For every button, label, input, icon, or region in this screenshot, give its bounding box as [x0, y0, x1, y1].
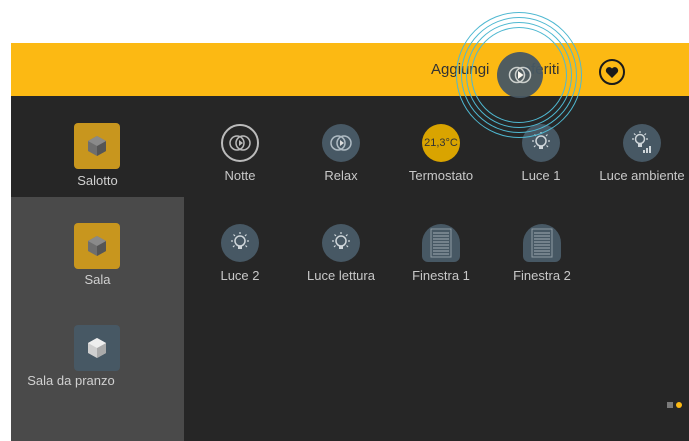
tile-luce-1[interactable]: Luce 1 [491, 124, 591, 224]
tile-label: Luce 1 [521, 168, 561, 183]
room-item-salotto[interactable]: Salotto [11, 96, 184, 211]
thermostat-value: 21,3°C [424, 137, 458, 149]
tile-notte[interactable]: Notte [190, 124, 290, 224]
room-item-sala[interactable]: Sala [11, 197, 184, 310]
page-indicator-active[interactable] [676, 402, 682, 408]
rooms-sidebar: Salotto Sala Sala da pranzo [11, 96, 184, 441]
bulb-icon [221, 224, 259, 262]
tile-luce-ambiente[interactable]: Luce ambiente [592, 124, 689, 224]
page-indicator[interactable] [667, 402, 673, 408]
room-item-sala-da-pranzo[interactable]: Sala da pranzo [11, 310, 184, 441]
room-label: Salotto [77, 173, 118, 188]
tile-label: Luce 2 [220, 268, 260, 283]
cube-icon [74, 123, 120, 169]
room-label: Sala da pranzo [27, 373, 115, 388]
scene-play-icon [322, 124, 360, 162]
favorites-bar [11, 43, 689, 96]
tile-label: Relax [324, 168, 358, 183]
cube-icon [74, 223, 120, 269]
tile-luce-2[interactable]: Luce 2 [190, 224, 290, 324]
tile-label: Finestra 1 [412, 268, 470, 283]
dimmer-bulb-icon [623, 124, 661, 162]
tile-label: Termostato [408, 168, 474, 183]
tile-luce-lettura[interactable]: Luce lettura [291, 224, 391, 324]
window-blind-icon [422, 224, 460, 262]
tile-label: Luce ambiente [599, 168, 685, 183]
scene-play-icon [221, 124, 259, 162]
tile-relax[interactable]: Relax [291, 124, 391, 224]
tile-label: Finestra 2 [513, 268, 571, 283]
cube-icon [74, 325, 120, 371]
room-label: Sala [84, 272, 111, 287]
heart-icon[interactable] [599, 59, 625, 85]
window-blind-icon [523, 224, 561, 262]
bulb-icon [322, 224, 360, 262]
tile-finestra-2[interactable]: Finestra 2 [492, 224, 592, 324]
tile-label: Luce lettura [307, 268, 375, 283]
dragged-scene-icon[interactable] [497, 52, 543, 98]
tile-termostato[interactable]: 21,3°C Termostato [391, 124, 491, 224]
tile-label: Notte [224, 168, 256, 183]
tile-finestra-1[interactable]: Finestra 1 [391, 224, 491, 324]
thermostat-icon: 21,3°C [422, 124, 460, 162]
